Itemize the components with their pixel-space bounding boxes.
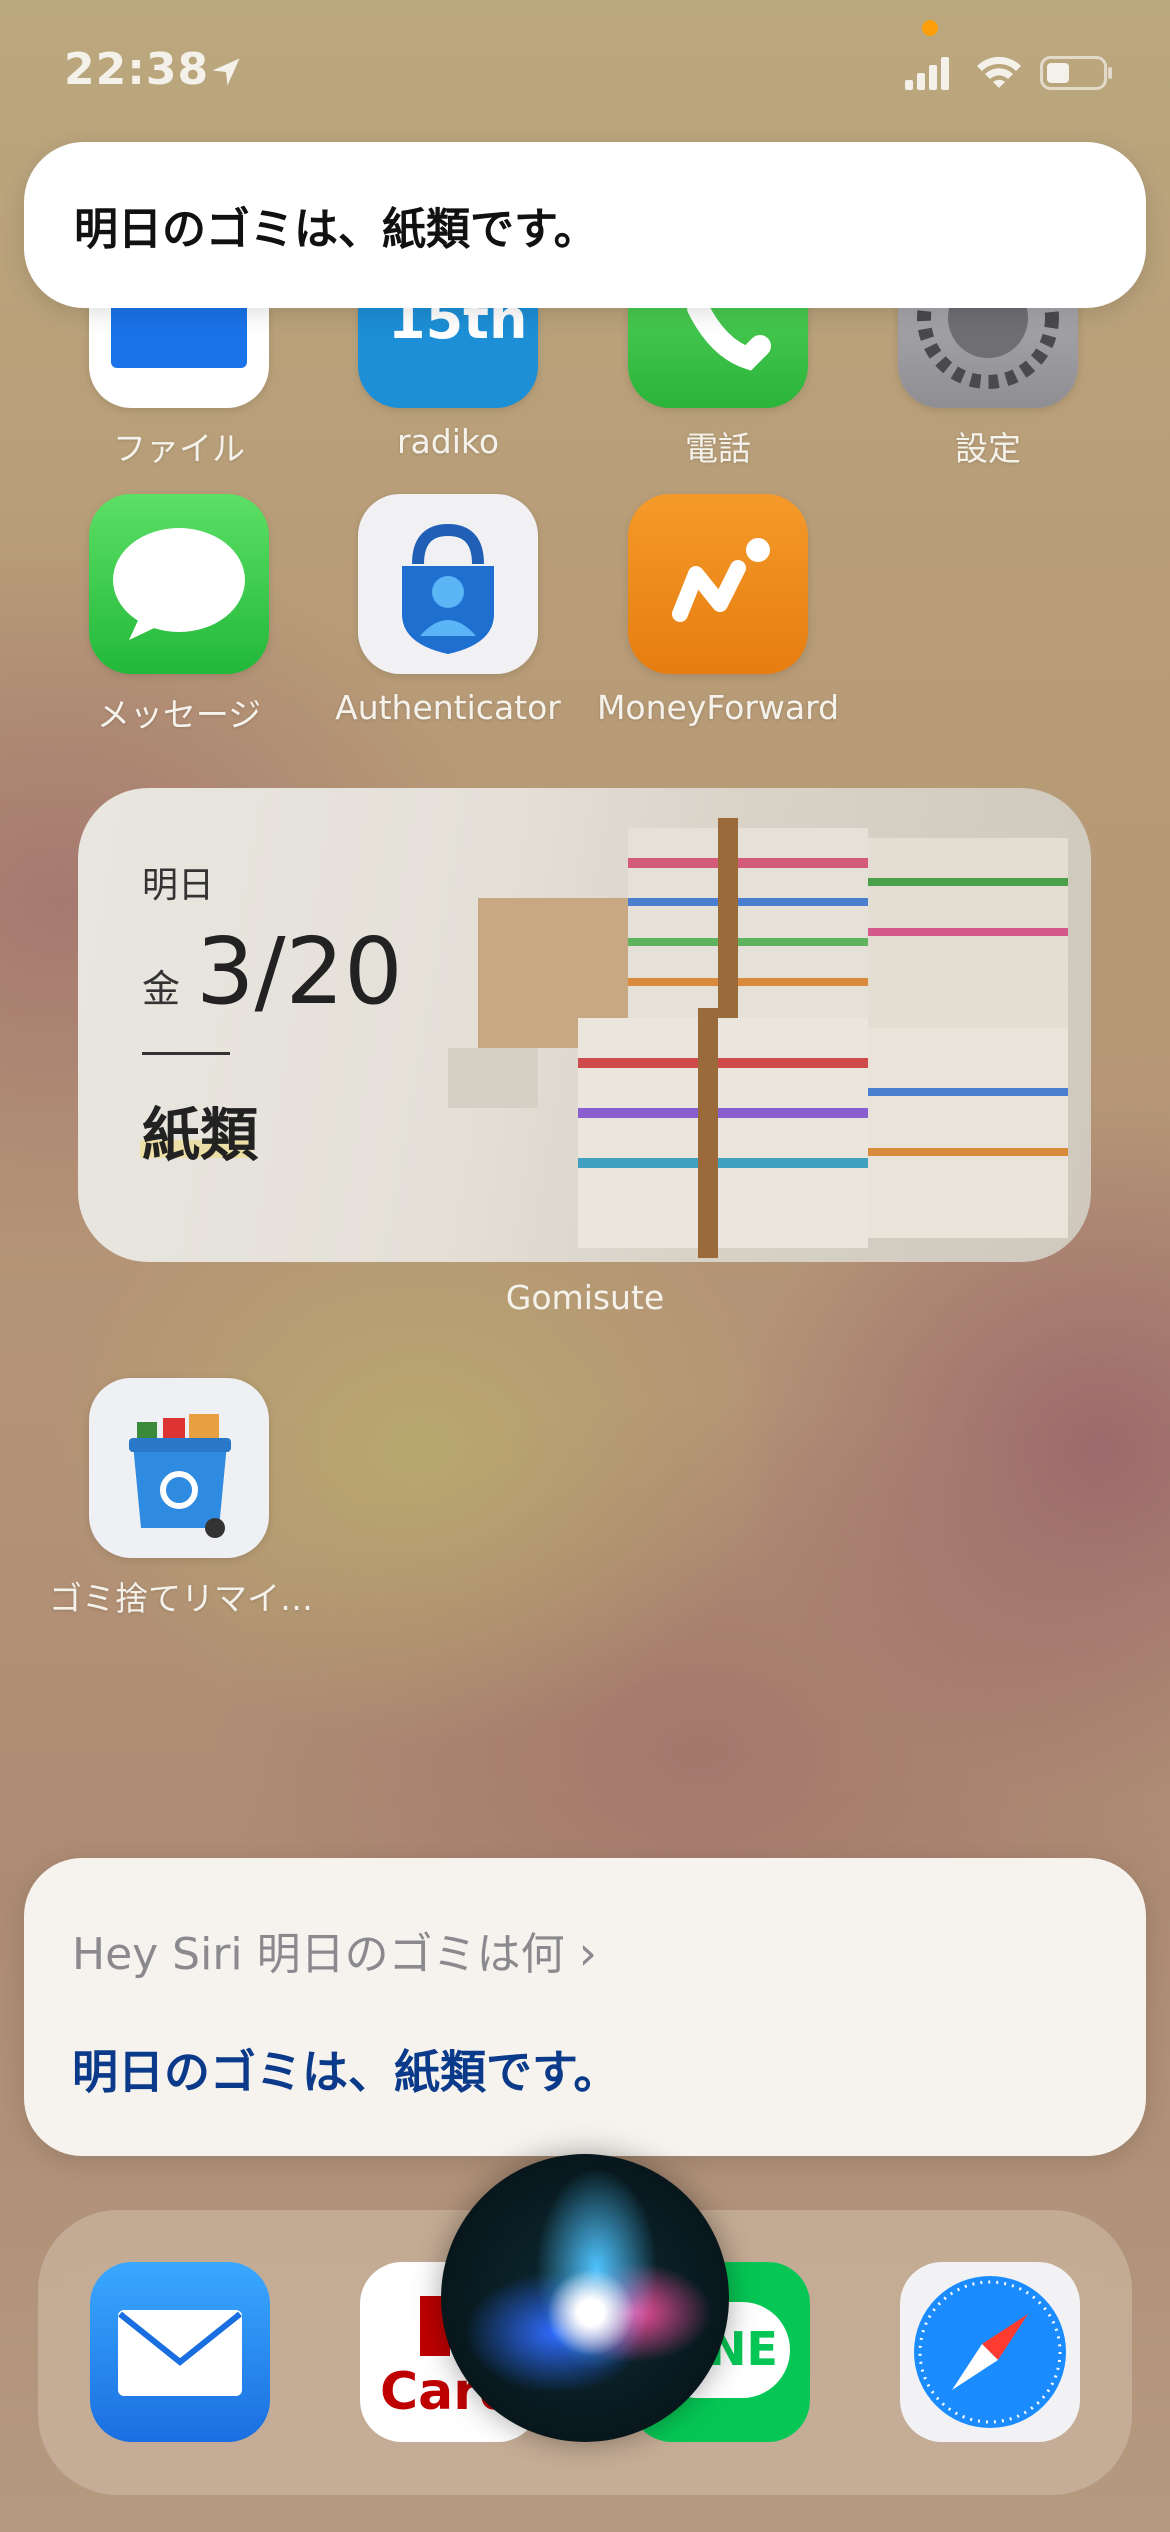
widget-date: 3/20	[196, 918, 403, 1025]
widget-tomorrow-label: 明日	[142, 865, 215, 906]
privacy-indicator-dot	[922, 20, 938, 36]
app-trash-reminder[interactable]: ゴミ捨てリマイ…	[49, 1378, 313, 1620]
siri-query[interactable]: Hey Siri 明日のゴミは何 ›	[72, 1918, 597, 1982]
safari-icon[interactable]	[900, 2262, 1080, 2442]
app-label: ゴミ捨てリマイ…	[49, 1579, 313, 1618]
siri-orb[interactable]	[441, 2154, 729, 2442]
chevron-right-icon: ›	[578, 1926, 598, 1980]
location-arrow-icon	[212, 58, 240, 86]
widget-caption: Gomisute	[505, 1278, 665, 1317]
app-label: 電話	[685, 429, 751, 468]
app-label: radiko	[396, 422, 500, 461]
app-label: MoneyForward	[596, 688, 840, 727]
trash-reminder-icon	[89, 1378, 269, 1558]
cellular-signal-icon	[905, 57, 949, 90]
moneyforward-icon	[628, 494, 808, 674]
banner-text: 明日のゴミは、紙類です。	[74, 204, 598, 255]
newspaper-stack-illustration	[448, 818, 1068, 1258]
widget-garbage-kind: 紙類	[142, 1101, 259, 1169]
app-label: Authenticator	[335, 688, 561, 727]
widget-divider	[142, 1052, 230, 1055]
app-label: ファイル	[113, 429, 245, 468]
mail-icon[interactable]	[90, 2262, 270, 2442]
gomisute-widget[interactable]: 明日 金 3/20 紙類	[78, 788, 1091, 1262]
app-moneyforward[interactable]: MoneyForward	[588, 494, 848, 727]
wifi-icon	[977, 56, 1021, 88]
app-messages[interactable]: メッセージ	[49, 494, 309, 736]
siri-result-banner[interactable]: 明日のゴミは、紙類です。	[24, 142, 1146, 308]
siri-query-text: Hey Siri 明日のゴミは何	[72, 1929, 565, 1980]
authenticator-icon	[358, 494, 538, 674]
status-time: 22:38	[64, 44, 210, 95]
messages-icon	[89, 494, 269, 674]
app-label: 設定	[955, 429, 1021, 468]
siri-answer-card[interactable]: Hey Siri 明日のゴミは何 › 明日のゴミは、紙類です。	[24, 1858, 1146, 2156]
app-label: メッセージ	[96, 695, 262, 734]
siri-answer-text: 明日のゴミは、紙類です。	[72, 2045, 620, 2099]
widget-weekday: 金	[142, 967, 181, 1011]
battery-icon	[1040, 56, 1112, 90]
app-authenticator[interactable]: Authenticator	[318, 494, 578, 727]
